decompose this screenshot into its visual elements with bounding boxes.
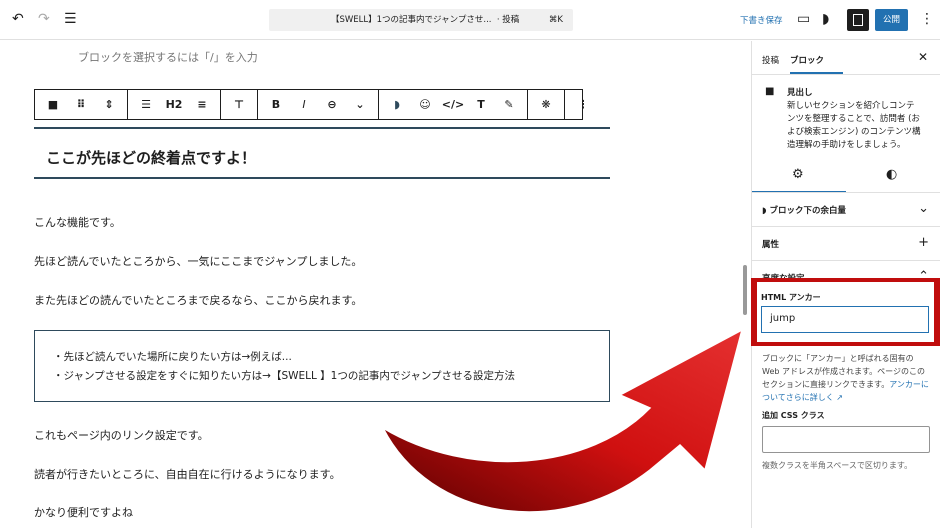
arrow-shape [381,328,744,513]
red-arrow-annotation [381,328,744,513]
